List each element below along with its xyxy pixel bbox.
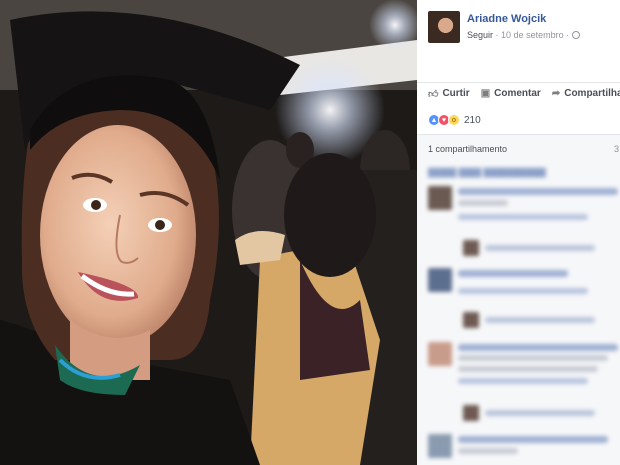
- comment-text: [458, 270, 568, 277]
- globe-icon: [571, 31, 580, 39]
- reactions-summary[interactable]: ▲ ♥ o 210: [428, 112, 481, 128]
- comment-actions[interactable]: [458, 214, 588, 220]
- avatar[interactable]: [428, 186, 452, 210]
- comment-text: [458, 344, 618, 351]
- speech-bubble-icon: ▣: [480, 88, 491, 99]
- author-name[interactable]: Ariadne Wojcik: [467, 12, 580, 26]
- avatar: [463, 405, 479, 421]
- reaction-count: 210: [464, 114, 481, 126]
- avatar[interactable]: [428, 268, 452, 292]
- shares-right-count: 3: [613, 143, 619, 154]
- like-button[interactable]: 👍︎ Curtir: [428, 88, 470, 100]
- post-date[interactable]: 10 de setembro: [501, 30, 564, 40]
- avatar: [463, 240, 479, 256]
- shares-link[interactable]: 1 compartilhamento: [428, 144, 507, 154]
- comment-text: [458, 436, 608, 443]
- avatar[interactable]: [428, 434, 452, 458]
- follow-link[interactable]: Seguir: [467, 30, 493, 40]
- reply-item[interactable]: [463, 312, 603, 328]
- view-previous-comments[interactable]: █████ ████ ███████████: [428, 168, 546, 177]
- comment-actions[interactable]: [458, 288, 588, 294]
- post-photo[interactable]: [0, 0, 417, 465]
- thumbs-up-icon: 👍︎: [428, 88, 439, 100]
- avatar[interactable]: [428, 342, 452, 366]
- post-meta: Seguir · 10 de setembro ·: [467, 28, 580, 42]
- comments-section: █████ ████ ███████████: [417, 162, 620, 465]
- reply-item[interactable]: [463, 240, 603, 256]
- selfie-image: [0, 0, 417, 465]
- share-arrow-icon: ➦: [551, 88, 561, 99]
- post-header: Ariadne Wojcik Seguir · 10 de setembro ·: [428, 11, 580, 43]
- comment-button[interactable]: ▣ Comentar: [481, 88, 541, 99]
- avatar: [463, 312, 479, 328]
- action-bar: 👍︎ Curtir ▣ Comentar ➦ Compartilhar: [417, 82, 620, 104]
- post-sidebar: Ariadne Wojcik Seguir · 10 de setembro ·…: [417, 0, 620, 465]
- comment-text: [458, 188, 618, 195]
- reply-item[interactable]: [463, 405, 603, 421]
- shares-row: 1 compartilhamento 3: [417, 134, 620, 162]
- share-button[interactable]: ➦ Compartilhar: [552, 88, 620, 99]
- wow-reaction-icon: o: [448, 114, 460, 126]
- avatar[interactable]: [428, 11, 460, 43]
- comment-actions[interactable]: [458, 378, 588, 384]
